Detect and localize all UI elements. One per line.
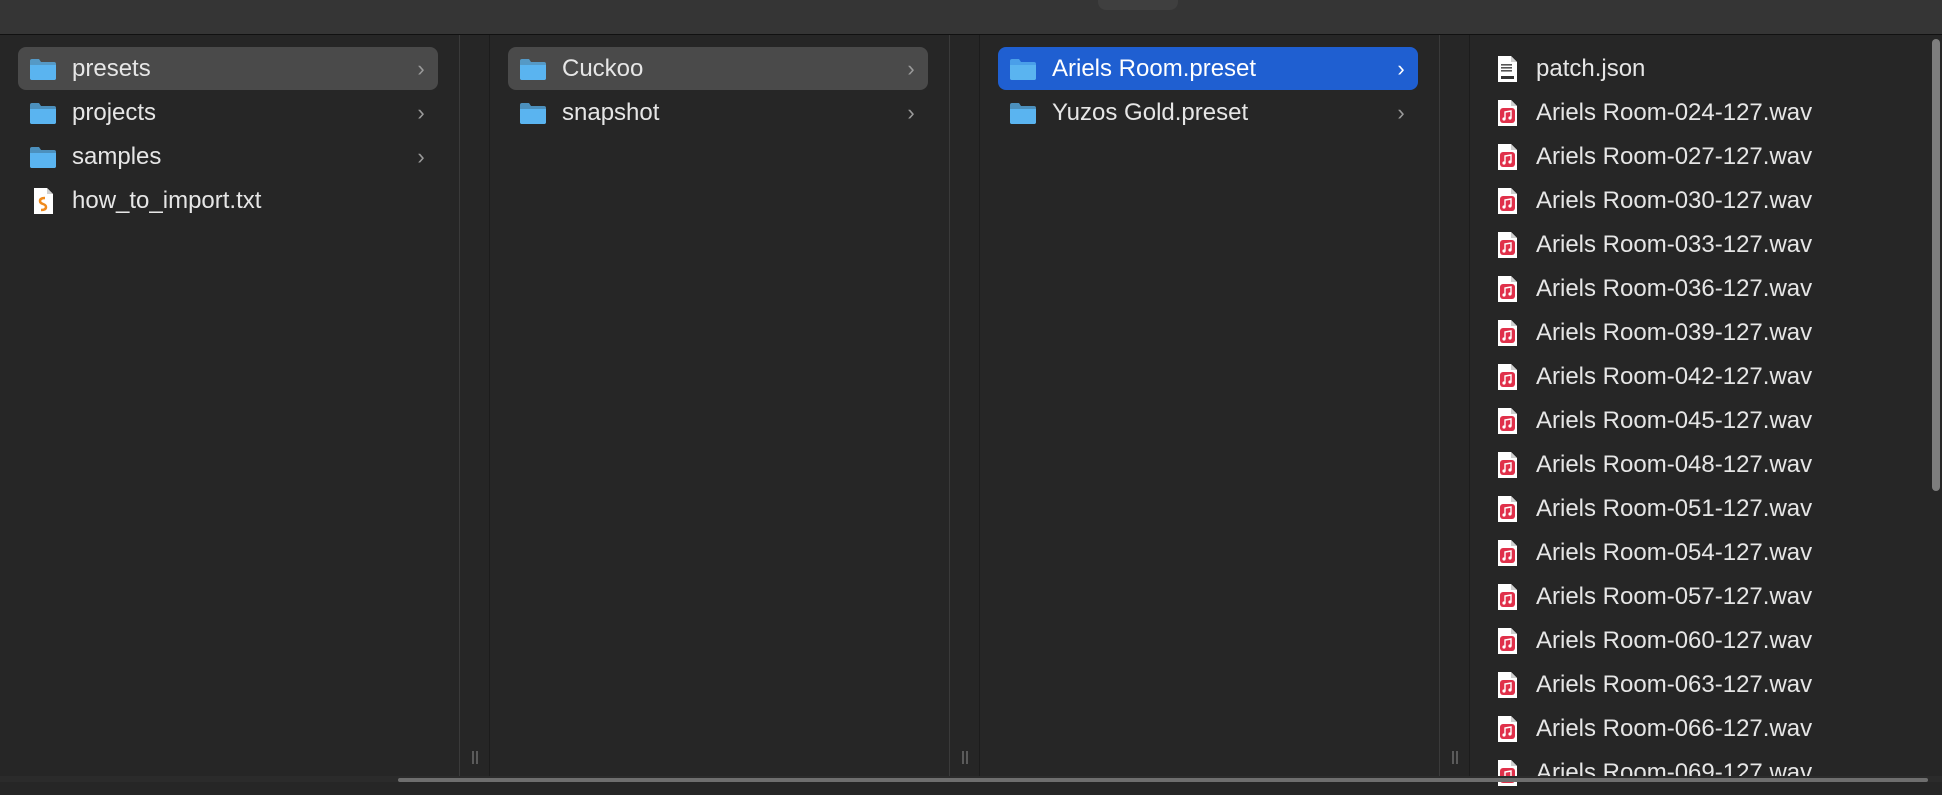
item-label: patch.json <box>1536 54 1646 82</box>
window-toolbar <box>0 0 1942 35</box>
audio-file-icon <box>1492 538 1522 568</box>
item-label: Ariels Room-066-127.wav <box>1536 714 1813 742</box>
resize-grip-icon[interactable] <box>1452 751 1458 764</box>
chevron-right-icon: › <box>907 99 915 125</box>
file-row[interactable]: Ariels Room-036-127.wav <box>1482 267 1912 310</box>
file-row[interactable]: Ariels Room-069-127.wav <box>1482 751 1912 794</box>
resize-grip-icon[interactable] <box>472 751 478 764</box>
item-label: Ariels Room-057-127.wav <box>1536 582 1813 610</box>
resize-grip-icon[interactable] <box>962 751 968 764</box>
chevron-right-icon: › <box>417 99 425 125</box>
item-label: Ariels Room-051-127.wav <box>1536 494 1813 522</box>
chevron-right-icon: › <box>417 143 425 169</box>
folder-row[interactable]: Yuzos Gold.preset › <box>998 91 1418 134</box>
item-label: Ariels Room-024-127.wav <box>1536 98 1813 126</box>
audio-file-icon <box>1492 714 1522 744</box>
vertical-scrollbar[interactable] <box>1932 39 1940 491</box>
item-label: projects <box>72 98 157 126</box>
item-label: Ariels Room-054-127.wav <box>1536 538 1813 566</box>
folder-row[interactable]: presets › <box>18 47 438 90</box>
column-4: patch.json Ariels Room-024-127.wav Ariels … <box>1470 35 1930 786</box>
item-label: snapshot <box>562 98 660 126</box>
item-label: Ariels Room-045-127.wav <box>1536 406 1813 434</box>
audio-file-icon <box>1492 230 1522 260</box>
audio-file-icon <box>1492 450 1522 480</box>
item-label: how_to_import.txt <box>72 186 262 214</box>
audio-file-icon <box>1492 142 1522 172</box>
file-row[interactable]: Ariels Room-024-127.wav <box>1482 91 1912 134</box>
file-row[interactable]: Ariels Room-048-127.wav <box>1482 443 1912 486</box>
item-label: Ariels Room-036-127.wav <box>1536 274 1813 302</box>
audio-file-icon <box>1492 318 1522 348</box>
chevron-right-icon: › <box>417 55 425 81</box>
folder-row[interactable]: projects › <box>18 91 438 134</box>
item-label: Ariels Room-063-127.wav <box>1536 670 1813 698</box>
item-label: Ariels Room-039-127.wav <box>1536 318 1813 346</box>
folder-icon <box>28 142 58 172</box>
column-3: Ariels Room.preset › Yuzos Gold.preset › <box>980 35 1438 776</box>
item-label: Ariels Room-042-127.wav <box>1536 362 1813 390</box>
column-browser: presets › projects › samples › how_to_import.t… <box>0 35 1942 786</box>
file-row[interactable]: Ariels Room-060-127.wav <box>1482 619 1912 662</box>
audio-file-icon <box>1492 582 1522 612</box>
file-row[interactable]: Ariels Room-063-127.wav <box>1482 663 1912 706</box>
toolbar-control[interactable] <box>1098 0 1178 10</box>
column-divider-2[interactable] <box>949 35 980 776</box>
item-label: Ariels Room-060-127.wav <box>1536 626 1813 654</box>
file-row[interactable]: Ariels Room-033-127.wav <box>1482 223 1912 266</box>
audio-file-icon <box>1492 758 1522 788</box>
folder-icon <box>28 98 58 128</box>
audio-file-icon <box>1492 494 1522 524</box>
folder-icon <box>1008 54 1038 84</box>
item-label: Ariels Room.preset <box>1052 54 1257 82</box>
item-label: Ariels Room-033-127.wav <box>1536 230 1813 258</box>
file-row[interactable]: how_to_import.txt <box>18 179 438 222</box>
column-2: Cuckoo › snapshot › <box>490 35 948 776</box>
folder-row[interactable]: samples › <box>18 135 438 178</box>
item-label: Ariels Room-030-127.wav <box>1536 186 1813 214</box>
column-divider-3[interactable] <box>1439 35 1470 776</box>
folder-icon <box>518 98 548 128</box>
item-label: Ariels Room-048-127.wav <box>1536 450 1813 478</box>
text-file-icon <box>28 186 58 216</box>
file-row[interactable]: Ariels Room-066-127.wav <box>1482 707 1912 750</box>
json-file-icon <box>1492 54 1522 84</box>
folder-icon <box>1008 98 1038 128</box>
audio-file-icon <box>1492 362 1522 392</box>
audio-file-icon <box>1492 670 1522 700</box>
file-row[interactable]: Ariels Room-039-127.wav <box>1482 311 1912 354</box>
file-row[interactable]: Ariels Room-027-127.wav <box>1482 135 1912 178</box>
item-label: presets <box>72 54 151 82</box>
audio-file-icon <box>1492 98 1522 128</box>
folder-icon <box>518 54 548 84</box>
folder-row[interactable]: Ariels Room.preset › <box>998 47 1418 90</box>
item-label: Yuzos Gold.preset <box>1052 98 1249 126</box>
folder-row[interactable]: snapshot › <box>508 91 928 134</box>
audio-file-icon <box>1492 186 1522 216</box>
folder-row[interactable]: Cuckoo › <box>508 47 928 90</box>
file-row[interactable]: Ariels Room-045-127.wav <box>1482 399 1912 442</box>
audio-file-icon <box>1492 626 1522 656</box>
file-row[interactable]: Ariels Room-057-127.wav <box>1482 575 1912 618</box>
folder-icon <box>28 54 58 84</box>
column-1: presets › projects › samples › how_to_import.t… <box>0 35 458 776</box>
file-row[interactable]: Ariels Room-054-127.wav <box>1482 531 1912 574</box>
item-label: Cuckoo <box>562 54 644 82</box>
item-label: Ariels Room-027-127.wav <box>1536 142 1813 170</box>
audio-file-icon <box>1492 274 1522 304</box>
file-row[interactable]: Ariels Room-051-127.wav <box>1482 487 1912 530</box>
file-row[interactable]: Ariels Room-030-127.wav <box>1482 179 1912 222</box>
horizontal-scrollbar-thumb[interactable] <box>398 778 1928 782</box>
chevron-right-icon: › <box>907 55 915 81</box>
file-row[interactable]: Ariels Room-042-127.wav <box>1482 355 1912 398</box>
chevron-right-icon: › <box>1397 55 1405 81</box>
column-divider-1[interactable] <box>459 35 490 776</box>
audio-file-icon <box>1492 406 1522 436</box>
file-row[interactable]: patch.json <box>1482 47 1912 90</box>
item-label: Ariels Room-069-127.wav <box>1536 758 1813 786</box>
chevron-right-icon: › <box>1397 99 1405 125</box>
item-label: samples <box>72 142 162 170</box>
